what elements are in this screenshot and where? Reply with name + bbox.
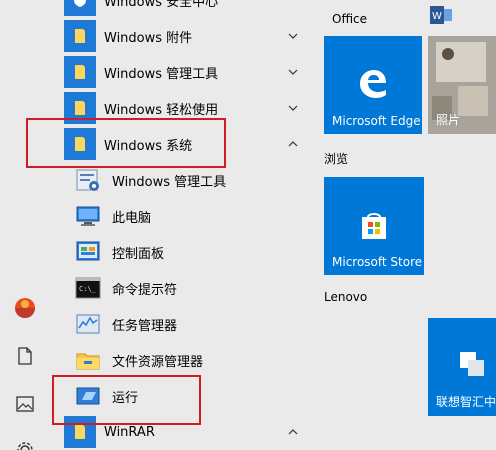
app-this-pc[interactable]: 此电脑 [50,198,320,234]
computer-icon [72,200,104,232]
group-label-browse: 浏览 [324,152,349,166]
folder-icon [64,416,96,448]
lenovo-app-icon [460,352,484,376]
app-windows-admin-tools[interactable]: Windows 管理工具 [50,162,320,198]
tile-microsoft-edge[interactable]: Microsoft Edge [324,36,422,134]
folder-windows-system[interactable]: Windows 系统 [50,126,320,162]
cmd-icon: C:\_ [72,272,104,304]
chevron-up-icon [286,137,300,151]
word-icon: W [430,6,452,24]
app-label: 运行 [112,390,139,406]
task-manager-icon [72,308,104,340]
chevron-up-icon [286,425,300,439]
folder-windows-admin-tools[interactable]: Windows 管理工具 [50,54,320,90]
user-avatar[interactable] [0,290,50,326]
folder-windows-ease-of-access[interactable]: Windows 轻松使用 [50,90,320,126]
tile-label: Office [332,12,368,26]
tile-photos[interactable]: 照片 [428,36,496,134]
folder-winrar[interactable]: WinRAR [50,414,320,450]
avatar-icon [15,298,35,318]
picture-icon [16,396,34,412]
chevron-down-icon [286,101,300,115]
document-icon [18,347,32,365]
svg-text:C:\_: C:\_ [79,285,97,293]
folder-label: Windows 管理工具 [104,66,219,82]
shield-icon [64,0,96,16]
app-label: 任务管理器 [112,318,178,334]
chevron-down-icon [286,29,300,43]
app-label: 命令提示符 [112,282,178,298]
tile-office[interactable]: Office [324,0,416,30]
explorer-icon [72,344,104,376]
app-label: 此电脑 [112,210,152,226]
control-panel-icon [72,236,104,268]
app-command-prompt[interactable]: C:\_ 命令提示符 [50,270,320,306]
folder-windows-accessories[interactable]: Windows 附件 [50,18,320,54]
tile-word[interactable]: W [428,0,456,30]
app-label: Windows 管理工具 [112,174,227,190]
folder-icon [64,20,96,52]
store-icon [362,213,386,239]
tile-label: 联想智汇中 [436,395,496,409]
tile-microsoft-store[interactable]: Microsoft Store [324,177,424,275]
folder-label: Windows 系统 [104,138,193,154]
folder-icon [64,128,96,160]
chevron-down-icon [286,65,300,79]
edge-icon [360,70,386,98]
group-label-lenovo: Lenovo [324,290,368,304]
folder-label: WinRAR [104,424,155,440]
admin-tools-icon [72,164,104,196]
pictures-button[interactable] [0,386,50,422]
app-task-manager[interactable]: 任务管理器 [50,306,320,342]
tile-area: Office W Microsoft Edge 照片 浏览 Microsoft … [320,0,496,450]
settings-button[interactable] [0,432,50,450]
list-item-label: Windows 安全中心 [104,0,219,10]
svg-text:W: W [432,11,442,22]
app-run[interactable]: 运行 [50,378,320,414]
list-item-security[interactable]: Windows 安全中心 [50,0,320,18]
folder-icon [64,92,96,124]
start-rail [0,0,50,450]
tile-label: Microsoft Store [332,255,423,269]
app-control-panel[interactable]: 控制面板 [50,234,320,270]
folder-label: Windows 附件 [104,30,193,46]
app-label: 文件资源管理器 [112,354,204,370]
run-icon [72,380,104,412]
tile-lenovo-vantage[interactable]: 联想智汇中 [428,318,496,416]
tile-label: 照片 [436,113,461,127]
gear-icon [17,442,33,450]
app-list: Windows 安全中心 Windows 附件 Windows 管理工具 Win… [50,0,320,450]
folder-icon [64,56,96,88]
start-menu: Windows 安全中心 Windows 附件 Windows 管理工具 Win… [0,0,496,450]
folder-label: Windows 轻松使用 [104,102,219,118]
app-file-explorer[interactable]: 文件资源管理器 [50,342,320,378]
app-label: 控制面板 [112,246,165,262]
documents-button[interactable] [0,338,50,374]
tile-label: Microsoft Edge [332,114,421,128]
